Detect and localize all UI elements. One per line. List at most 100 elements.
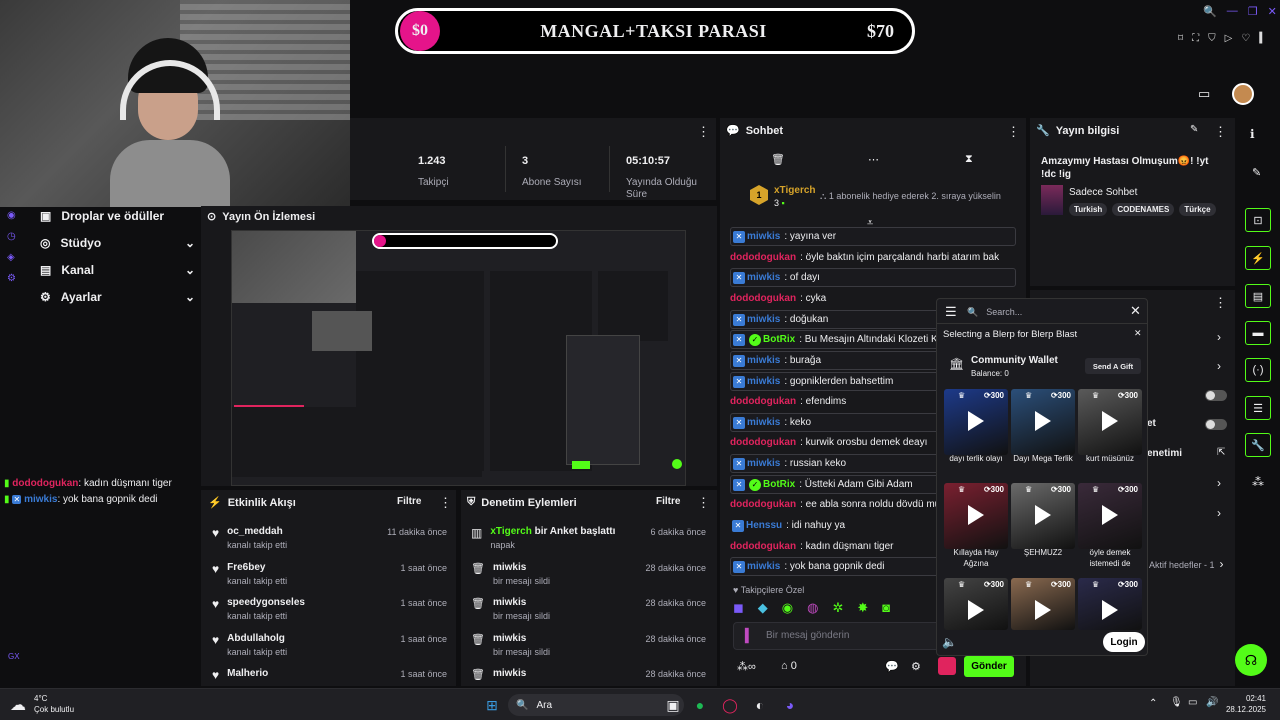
quick-actions-menu-icon[interactable]: ⋮: [1214, 295, 1227, 311]
capture-icon[interactable]: ⊡: [1245, 208, 1271, 232]
mic-icon[interactable]: ▍: [745, 628, 755, 644]
send-button[interactable]: Gönder: [964, 656, 1014, 677]
chat-message[interactable]: ✕ miwkis: yayına ver: [730, 227, 1016, 246]
restore-icon[interactable]: ❐: [1248, 5, 1258, 18]
community-icon[interactable]: ⁂: [1252, 475, 1264, 489]
spotify-icon[interactable]: ●: [690, 695, 710, 715]
pin-icon[interactable]: ⌑: [1178, 33, 1183, 44]
shield-icon[interactable]: ⛉: [1208, 33, 1216, 44]
rail-icon-1[interactable]: ◉: [7, 210, 16, 221]
moderation-item[interactable]: ▥ xTigerch bir Anket başlattı napak: [471, 526, 615, 550]
support-icon[interactable]: ☊: [1235, 644, 1267, 676]
blerp-search[interactable]: 🔍 Search...: [967, 304, 1117, 320]
chevron-right-icon[interactable]: ›: [1217, 506, 1221, 520]
avatar[interactable]: [1232, 83, 1254, 105]
rail-icon-3[interactable]: ◈: [7, 252, 16, 263]
toggle-switch[interactable]: [1205, 390, 1227, 401]
moderation-item[interactable]: 🗑 miwkis: [471, 668, 526, 682]
activity-filter-button[interactable]: Filtre: [397, 496, 421, 507]
blerp-tile[interactable]: ♛ ⟳300: [944, 578, 1008, 630]
chat-username[interactable]: miwkis: [747, 561, 780, 572]
sidebar-icon[interactable]: ▍: [1259, 33, 1267, 44]
stream-preview[interactable]: [231, 230, 686, 486]
speaker-icon[interactable]: 🔈: [942, 635, 957, 649]
chat-username[interactable]: dododogukan: [730, 541, 796, 552]
play-icon[interactable]: [968, 600, 984, 620]
tag[interactable]: CODENAMES: [1112, 203, 1175, 216]
hourglass-icon[interactable]: ⧗: [965, 153, 973, 166]
steam-icon[interactable]: ◐: [750, 695, 770, 715]
capture-icon[interactable]: ⛶: [1192, 33, 1199, 44]
chevron-right-icon[interactable]: ›: [1217, 359, 1221, 373]
login-button[interactable]: Login: [1103, 632, 1145, 652]
edit-icon[interactable]: ✎: [1190, 124, 1198, 135]
activity-item[interactable]: ♥ Abdullaholg kanalı takip etti: [212, 633, 287, 657]
activity-item[interactable]: ♥ Malherio: [212, 668, 268, 682]
emote-1[interactable]: ◼: [733, 600, 744, 616]
chevron-right-icon[interactable]: ›: [1217, 330, 1221, 344]
play-icon[interactable]: [968, 411, 984, 431]
sidebar-item-studio[interactable]: ◎ Stüdyo ⌄: [40, 236, 195, 250]
activity-item[interactable]: ♥ speedygonseles kanalı takip etti: [212, 597, 305, 621]
broadcast-icon[interactable]: (·): [1245, 358, 1271, 382]
emote-3[interactable]: ◉: [782, 600, 793, 616]
community-icon[interactable]: ⁂∞: [737, 660, 756, 673]
rail-icon-2[interactable]: ◷: [7, 231, 16, 242]
sidebar-item-drops[interactable]: ▣ Droplar ve ödüller: [40, 209, 195, 223]
chat-username[interactable]: miwkis: [747, 417, 780, 428]
chevron-right-icon[interactable]: ›: [1217, 476, 1221, 490]
play-icon[interactable]: [1102, 505, 1118, 525]
pencil-icon[interactable]: ✎: [1252, 166, 1261, 179]
play-icon[interactable]: [1035, 411, 1051, 431]
blerp-tile[interactable]: ♛ ⟳300: [944, 483, 1008, 549]
close-icon[interactable]: ✕: [1268, 5, 1277, 18]
chat-username[interactable]: dododogukan: [730, 499, 796, 510]
play-icon[interactable]: [968, 505, 984, 525]
document-icon[interactable]: ▤: [1245, 284, 1271, 308]
activity-item[interactable]: ♥ Fre6bey kanalı takip etti: [212, 562, 287, 586]
chat-username[interactable]: miwkis: [747, 231, 780, 242]
chat-message[interactable]: ✕ miwkis: of dayı: [730, 268, 1016, 287]
close-icon[interactable]: ✕: [1134, 328, 1142, 339]
chat-username[interactable]: Henssu: [746, 520, 782, 531]
emote-2[interactable]: ◆: [758, 600, 768, 616]
taskbar-search[interactable]: 🔍 Ara: [508, 694, 684, 716]
chat-bubble-small-icon[interactable]: 💬: [885, 660, 899, 673]
moderation-item[interactable]: 🗑 miwkis bir mesajı sildi: [471, 633, 550, 657]
play-icon[interactable]: [1035, 600, 1051, 620]
blerp-tile[interactable]: ♛ ⟳300: [1011, 483, 1075, 549]
minimize-icon[interactable]: —: [1227, 5, 1238, 18]
moderation-menu-icon[interactable]: ⋮: [697, 495, 710, 511]
search-icon[interactable]: 🔍: [1203, 5, 1217, 18]
close-icon[interactable]: ✕: [1130, 303, 1141, 319]
list-icon[interactable]: ☰: [1245, 396, 1271, 420]
blerp-tile[interactable]: ♛ ⟳300: [1011, 578, 1075, 630]
play-icon[interactable]: [1102, 600, 1118, 620]
store-icon[interactable]: ⌂ 0: [781, 660, 797, 672]
emote-6[interactable]: ✸: [857, 600, 868, 616]
emote-5[interactable]: ✲: [832, 600, 843, 616]
bolt-icon[interactable]: ⚡: [1245, 246, 1271, 270]
external-link-icon[interactable]: ⇱: [1217, 447, 1225, 458]
network-icon[interactable]: ▭: [1188, 697, 1197, 708]
play-icon[interactable]: ▷: [1225, 33, 1233, 44]
stream-info-menu-icon[interactable]: ⋮: [1214, 124, 1227, 140]
gear-icon[interactable]: ⚙: [911, 660, 921, 673]
wrench-icon[interactable]: 🔧: [1245, 433, 1271, 457]
moderation-item[interactable]: 🗑 miwkis bir mesajı sildi: [471, 597, 550, 621]
chat-menu-icon[interactable]: ⋮: [1007, 124, 1020, 140]
hamburger-icon[interactable]: ☰: [945, 304, 957, 320]
sidebar-item-channel[interactable]: ▤ Kanal ⌄: [40, 263, 195, 277]
chat-message[interactable]: dododogukan: öyle baktın içim parçalandı…: [730, 248, 1016, 267]
extension-icon[interactable]: [938, 657, 956, 675]
chat-settings-icon[interactable]: ⋯: [868, 153, 879, 166]
chat-username[interactable]: BotRix: [763, 334, 795, 345]
activity-item[interactable]: ♥ oc_meddah kanalı takip etti: [212, 526, 287, 550]
task-view-icon[interactable]: ▣: [663, 695, 683, 715]
rail-icon-4[interactable]: ⚙: [7, 273, 16, 284]
chat-username[interactable]: dododogukan: [730, 293, 796, 304]
blerp-tile[interactable]: ♛ ⟳300: [1078, 389, 1142, 455]
tray-chevron-icon[interactable]: ⌃: [1149, 698, 1157, 709]
blerp-tile[interactable]: ♛ ⟳300: [1011, 389, 1075, 455]
windows-start-icon[interactable]: ⊞: [482, 695, 502, 715]
